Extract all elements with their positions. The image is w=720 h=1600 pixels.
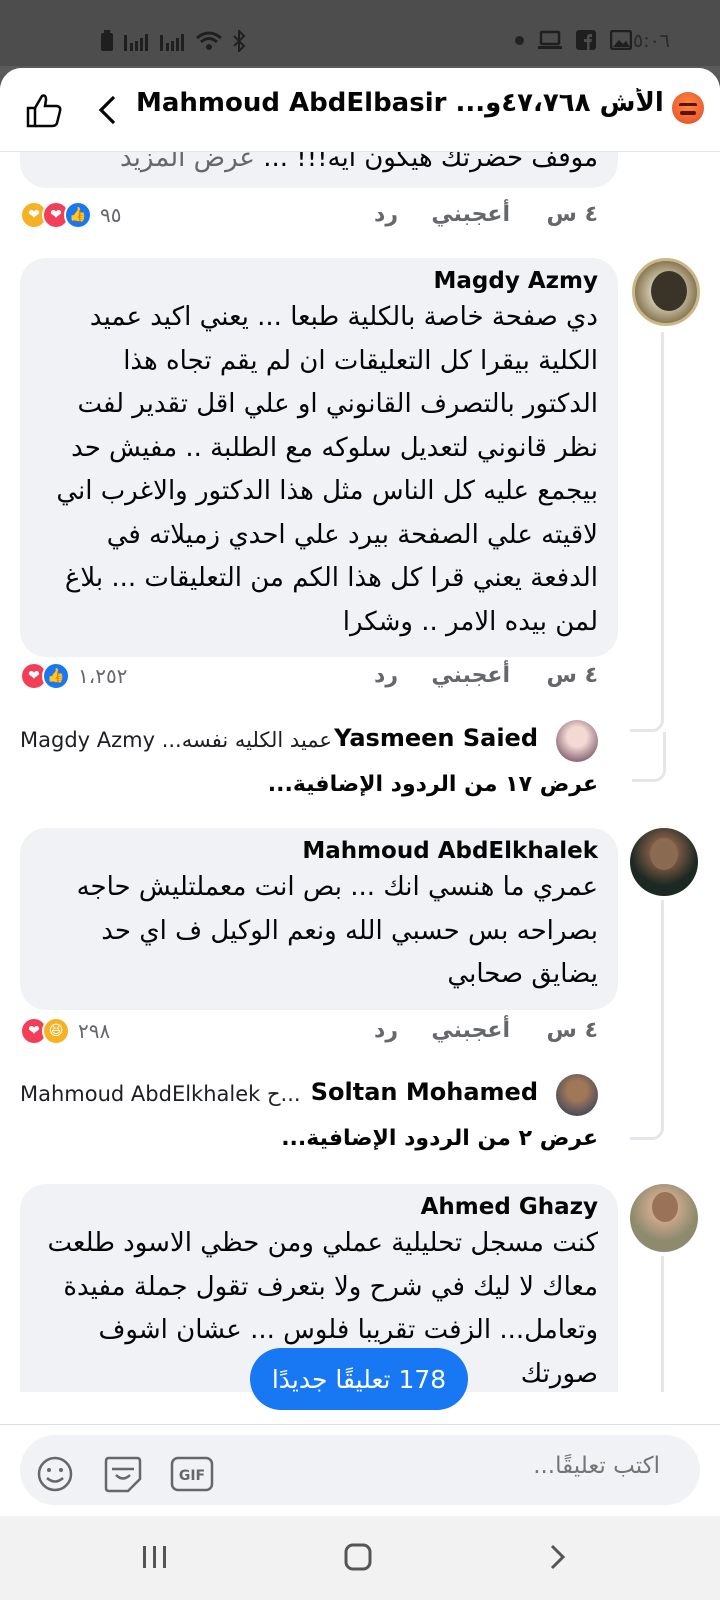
bluetooth-icon: [233, 30, 246, 52]
emoji-icon[interactable]: [36, 1455, 74, 1493]
reply-button[interactable]: رد: [374, 663, 398, 688]
comment-input[interactable]: [360, 1453, 660, 1479]
see-more-link[interactable]: عرض المزيد: [120, 152, 255, 173]
like-button[interactable]: أعجبني: [431, 663, 510, 688]
reply-preview[interactable]: Soltan Mohamed Mahmoud AbdElkhalek ح...: [20, 1072, 598, 1118]
new-comments-button[interactable]: 178 تعليقًا جديدًا: [250, 1348, 468, 1410]
comment-actions: ٤ س أعجبني رد: [20, 1016, 598, 1052]
signal-icon: [124, 34, 148, 51]
battery-icon: [101, 30, 113, 51]
comment-time: ٤ س: [546, 663, 598, 688]
avatar[interactable]: [632, 258, 700, 326]
status-bar: ٥:٠٦: [0, 0, 720, 66]
comment-text: موقف حضرتك هيكون ايه!!! ...: [263, 152, 598, 173]
view-more-replies-link[interactable]: عرض ١٧ من الردود الإضافية...: [20, 772, 598, 797]
wifi-icon: [196, 31, 222, 50]
laptop-icon: [538, 30, 562, 49]
comment-author[interactable]: Ahmed Ghazy: [40, 1194, 598, 1220]
comment-bubble[interactable]: موقف حضرتك هيكون ايه!!! ... عرض المزيد: [20, 152, 618, 188]
comment-actions: ٤ س أعجبني رد: [20, 200, 598, 236]
comment-time: ٤ س: [546, 202, 598, 227]
like-button[interactable]: أعجبني: [431, 1018, 510, 1043]
status-icons-right: [515, 30, 632, 50]
comment-composer: GIF: [0, 1424, 720, 1516]
comment-bubble[interactable]: Mahmoud AbdElkhalek عمري ما هنسي انك ...…: [20, 828, 618, 1010]
like-icon[interactable]: [24, 90, 64, 130]
avatar[interactable]: [556, 1074, 598, 1116]
back-nav-icon[interactable]: [546, 1542, 570, 1572]
reply-button[interactable]: رد: [374, 202, 398, 227]
comment-author[interactable]: Magdy Azmy: [40, 268, 598, 294]
comment-bubble[interactable]: Magdy Azmy دي صفحة خاصة بالكلية طبعا ...…: [20, 258, 618, 657]
reply-text: Mahmoud AbdElkhalek ح...: [20, 1082, 301, 1106]
sticker-icon[interactable]: [102, 1455, 144, 1493]
reply-text: Magdy Azmy ...عميد الكليه نفسه: [20, 728, 332, 752]
comment-text: عمري ما هنسي انك ... بص انت معملتليش حاج…: [76, 872, 598, 989]
reply-author[interactable]: Yasmeen Saied: [334, 724, 538, 752]
avatar[interactable]: [556, 720, 598, 762]
page-title: Mahmoud AbdElbasir ...من الأش ٤٧،٧٦٨و: [136, 88, 676, 118]
clock: ٥:٠٦: [633, 30, 671, 52]
notification-dot-icon: [515, 35, 524, 45]
facebook-icon: [576, 30, 596, 50]
comment-text: دي صفحة خاصة بالكلية طبعا ... يعني اكيد …: [56, 302, 598, 637]
gallery-icon: [610, 30, 632, 50]
back-icon[interactable]: [96, 94, 118, 126]
like-button[interactable]: أعجبني: [431, 202, 510, 227]
svg-text:GIF: GIF: [179, 1468, 205, 1484]
comments-list: موقف حضرتك هيكون ايه!!! ... عرض المزيد ❤…: [0, 152, 720, 1392]
reply-button[interactable]: رد: [374, 1018, 398, 1043]
comment-actions: ٤ س أعجبني رد: [20, 661, 598, 697]
system-nav-bar: [0, 1516, 720, 1600]
thread-line: [632, 732, 666, 782]
status-icons-left: [100, 30, 246, 52]
signal-icon-2: [160, 34, 184, 51]
avatar[interactable]: [630, 1184, 698, 1252]
comments-sheet: Mahmoud AbdElbasir ...من الأش ٤٧،٧٦٨و مو…: [0, 68, 720, 1516]
view-more-replies-link[interactable]: عرض ٢ من الردود الإضافية...: [20, 1126, 598, 1151]
thread-line: [630, 900, 664, 1140]
recent-apps-icon[interactable]: [140, 1542, 170, 1572]
gif-icon[interactable]: GIF: [170, 1455, 214, 1493]
comment-author[interactable]: Mahmoud AbdElkhalek: [40, 838, 598, 864]
reply-author[interactable]: Soltan Mohamed: [311, 1078, 538, 1106]
comment-input-box[interactable]: GIF: [20, 1435, 700, 1505]
reply-preview[interactable]: Yasmeen Saied Magdy Azmy ...عميد الكليه …: [20, 718, 598, 764]
avatar[interactable]: [630, 828, 698, 896]
home-icon[interactable]: [343, 1542, 373, 1572]
thread-line: [630, 332, 664, 732]
comments-header: Mahmoud AbdElbasir ...من الأش ٤٧،٧٦٨و: [0, 68, 720, 152]
comment-time: ٤ س: [546, 1018, 598, 1043]
thread-line: [630, 1256, 664, 1392]
angry-reaction-icon: [672, 92, 704, 124]
